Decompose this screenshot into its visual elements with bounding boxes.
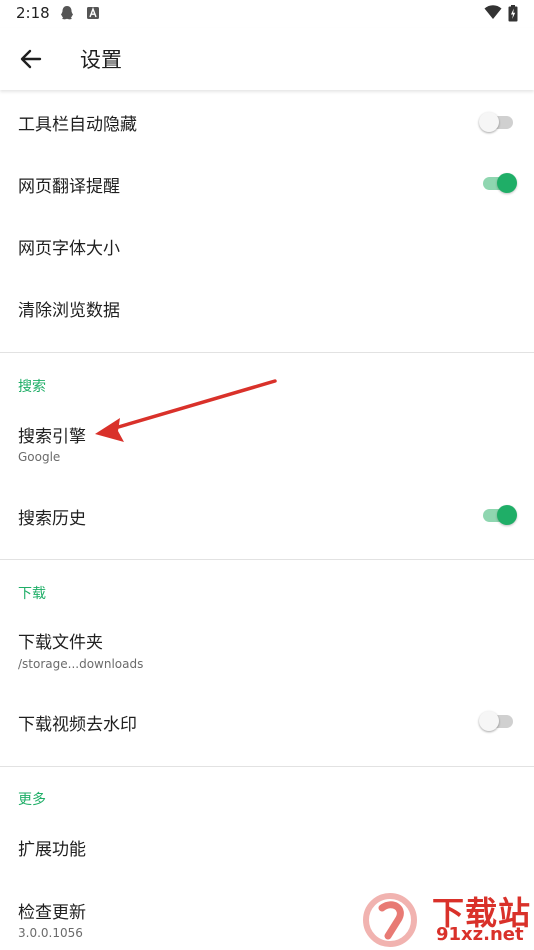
setting-value: /storage...downloads: [18, 657, 144, 671]
status-time: 2:18: [16, 4, 50, 22]
watermark-domain: 91xz.net: [436, 924, 524, 945]
setting-extensions[interactable]: 扩展功能: [0, 816, 534, 878]
setting-title: 下载文件夹: [18, 633, 103, 653]
divider: [0, 559, 534, 560]
back-arrow-icon: [20, 49, 42, 69]
setting-value: 3.0.0.1056: [18, 926, 83, 940]
status-bar: 2:18: [0, 0, 534, 28]
setting-title: 搜索引擎: [18, 427, 86, 447]
setting-title: 检查更新: [18, 903, 86, 923]
translate-reminder-switch[interactable]: [481, 172, 517, 194]
setting-value: Google: [18, 450, 61, 464]
battery-icon: [508, 5, 518, 26]
setting-clear-data[interactable]: 清除浏览数据: [0, 278, 534, 340]
toolbar-autohide-switch[interactable]: [479, 111, 515, 133]
search-history-switch[interactable]: [481, 504, 517, 526]
qq-notification-icon: [60, 5, 74, 25]
setting-title: 下载视频去水印: [18, 715, 137, 735]
setting-translate-reminder[interactable]: 网页翻译提醒: [0, 154, 534, 216]
setting-video-watermark[interactable]: 下载视频去水印: [0, 690, 534, 752]
setting-download-folder[interactable]: 下载文件夹 /storage...downloads: [0, 616, 534, 682]
setting-title: 工具栏自动隐藏: [18, 115, 137, 135]
video-watermark-switch[interactable]: [479, 710, 515, 732]
setting-search-history[interactable]: 搜索历史: [0, 484, 534, 546]
page-title: 设置: [80, 48, 122, 72]
setting-title: 网页字体大小: [18, 239, 120, 259]
section-header-search: 搜索: [18, 379, 46, 395]
back-button[interactable]: [12, 40, 50, 78]
setting-toolbar-autohide[interactable]: 工具栏自动隐藏: [0, 92, 534, 154]
section-header-more: 更多: [18, 792, 46, 808]
setting-title: 网页翻译提醒: [18, 177, 120, 197]
setting-font-size[interactable]: 网页字体大小: [0, 216, 534, 278]
setting-title: 清除浏览数据: [18, 301, 120, 321]
setting-search-engine[interactable]: 搜索引擎 Google: [0, 410, 534, 476]
app-bar: 设置: [0, 28, 534, 90]
wifi-icon: [484, 5, 502, 24]
watermark-badge-icon: [363, 893, 417, 947]
divider: [0, 766, 534, 767]
divider: [0, 352, 534, 353]
section-header-download: 下载: [18, 586, 46, 602]
a-notification-icon: [86, 5, 100, 24]
setting-title: 搜索历史: [18, 509, 86, 529]
setting-title: 扩展功能: [18, 840, 86, 860]
